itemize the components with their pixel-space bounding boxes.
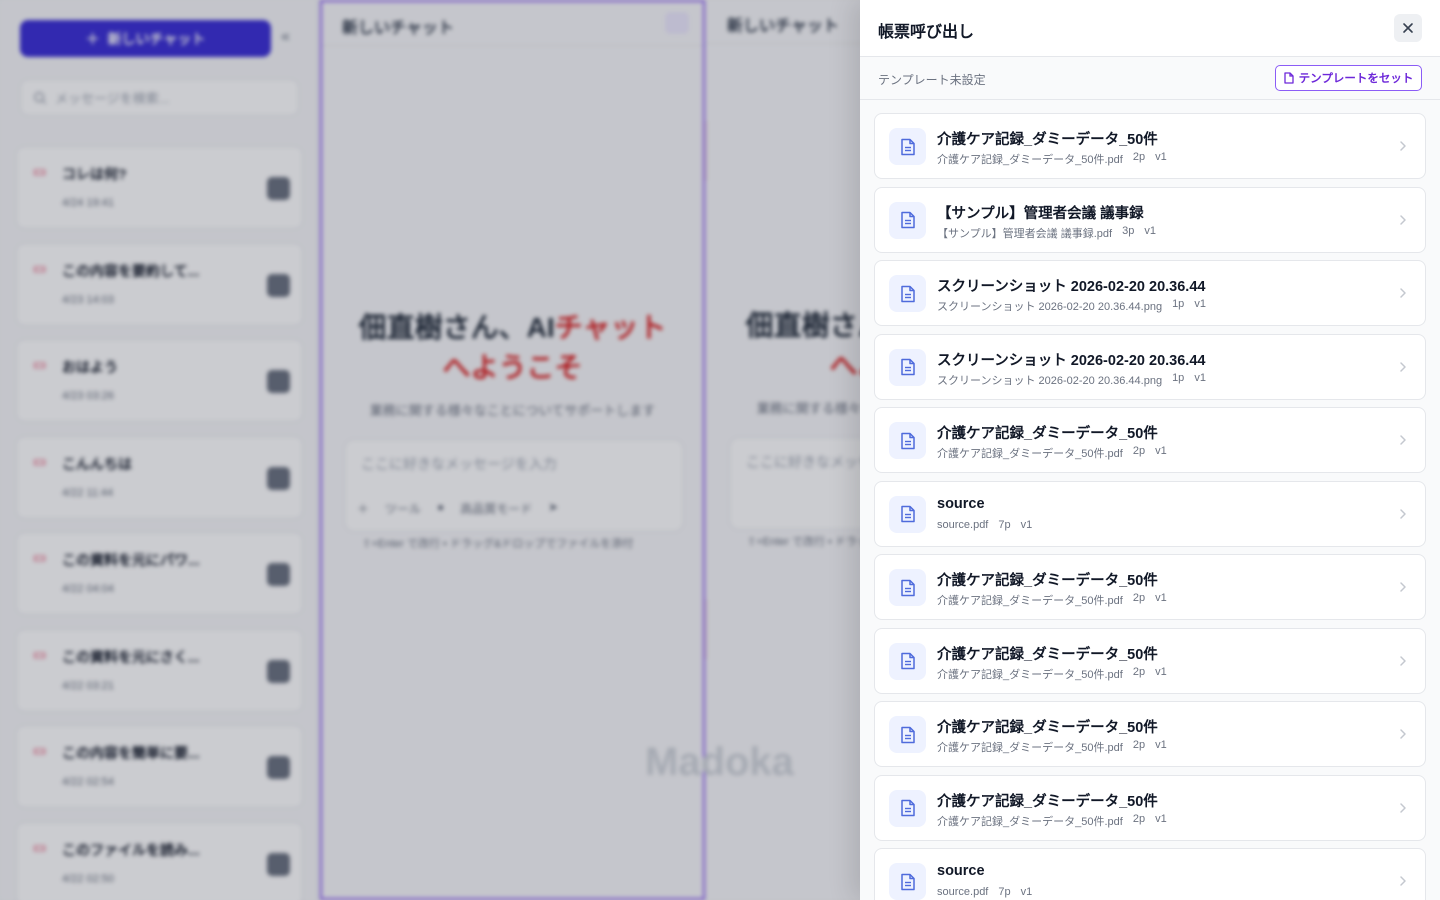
document-version: v1: [1155, 151, 1167, 163]
document-filename: 介護ケア記録_ダミーデータ_50件.pdf: [937, 595, 1123, 607]
document-meta: 介護ケア記録_ダミーデータ_50件.pdf 2p v1: [937, 151, 1167, 167]
document-title: 介護ケア記録_ダミーデータ_50件: [937, 720, 1158, 736]
form-call-panel: 帳票呼び出し テンプレート未設定 テンプレートをセット 介護ケア記録_ダミーデー…: [860, 0, 1440, 900]
document-version: v1: [1194, 298, 1206, 310]
document-card[interactable]: スクリーンショット 2026-02-20 20.36.44 スクリーンショット 2…: [874, 260, 1426, 326]
document-title: スクリーンショット 2026-02-20 20.36.44: [937, 352, 1206, 369]
document-version: v1: [1155, 445, 1167, 457]
document-title: source: [937, 495, 985, 512]
document-version: v1: [1194, 371, 1206, 384]
document-card[interactable]: 介護ケア記録_ダミーデータ_50件介護ケア記録_ダミーデータ_50件.pdf 2p…: [874, 407, 1426, 473]
document-filename: 介護ケア記録_ダミーデータ_50件.pdf: [937, 742, 1123, 754]
document-title: 介護ケア記録_ダミーデータ_50件: [937, 793, 1158, 810]
document-meta: 介護ケア記録_ダミーデータ_50件.pdf 2p v1: [937, 739, 1167, 755]
chevron-right-icon: [1399, 727, 1407, 745]
chevron-right-icon: [1399, 286, 1407, 304]
chevron-right-icon: [1399, 213, 1407, 231]
document-card[interactable]: source source.pdf 7p v1: [874, 480, 1426, 547]
document-title: 介護ケア記録_ダミーデータ_50件: [937, 132, 1158, 148]
document-meta: source.pdf 7p v1: [937, 519, 1032, 531]
chevron-right-icon: [1399, 360, 1407, 378]
document-title: スクリーンショット 2026-02-20 20.36.44: [937, 279, 1206, 295]
chevron-right-icon: [1399, 654, 1407, 672]
document-card[interactable]: スクリーンショット 2026-02-20 20.36.44 スクリーンショット 2…: [874, 333, 1426, 400]
document-filename: 【サンプル】管理者会議 議事録.pdf: [937, 227, 1113, 240]
document-version: v1: [1155, 592, 1167, 604]
chevron-right-icon: [1399, 139, 1407, 157]
document-pages: 1p: [1172, 298, 1185, 310]
chevron-right-icon: [1399, 874, 1407, 892]
document-filename: 介護ケア記録_ダミーデータ_50件.pdf: [937, 448, 1123, 460]
document-meta: source.pdf 7p v1: [937, 886, 1032, 898]
document-meta: スクリーンショット 2026-02-20 20.36.44.png 1p v1: [937, 372, 1206, 388]
close-icon: [1403, 23, 1413, 33]
panel-title: 帳票呼び出し: [878, 24, 975, 41]
template-status: テンプレート未設定: [878, 73, 986, 87]
set-template-button[interactable]: テンプレートをセット: [1275, 65, 1422, 91]
document-meta: 介護ケア記録_ダミーデータ_50件.pdf 2p v1: [937, 666, 1167, 682]
document-version: v1: [1155, 665, 1167, 678]
document-card[interactable]: source source.pdf 7p v1: [874, 848, 1426, 900]
document-icon: [889, 716, 926, 753]
document-card[interactable]: 【サンプル】管理者会議 議事録【サンプル】管理者会議 議事録.pdf 3p v1: [874, 186, 1426, 253]
document-card[interactable]: 介護ケア記録_ダミーデータ_50件介護ケア記録_ダミーデータ_50件.pdf 2p…: [874, 701, 1426, 767]
document-filename: スクリーンショット 2026-02-20 20.36.44.png: [937, 374, 1163, 387]
document-filename: 介護ケア記録_ダミーデータ_50件.pdf: [937, 815, 1123, 828]
document-pages: 2p: [1132, 812, 1146, 825]
document-title: 介護ケア記録_ダミーデータ_50件: [937, 646, 1158, 663]
document-version: v1: [1020, 518, 1033, 531]
close-button[interactable]: [1394, 14, 1422, 42]
document-icon: [889, 201, 926, 239]
document-icon: [889, 128, 926, 165]
document-pages: 2p: [1132, 665, 1146, 678]
document-card[interactable]: 介護ケア記録_ダミーデータ_50件介護ケア記録_ダミーデータ_50件.pdf 2p…: [874, 554, 1426, 620]
document-list: 介護ケア記録_ダミーデータ_50件 介護ケア記録_ダミーデータ_50件.pdf 2p…: [874, 113, 1426, 900]
set-template-label: テンプレートをセット: [1298, 73, 1414, 85]
chevron-right-icon: [1399, 507, 1407, 525]
template-bar: テンプレート未設定 テンプレートをセット: [860, 57, 1440, 100]
document-icon: [889, 863, 926, 900]
document-card[interactable]: 介護ケア記録_ダミーデータ_50件介護ケア記録_ダミーデータ_50件.pdf 2p…: [874, 774, 1426, 841]
document-icon: [889, 348, 926, 386]
chevron-right-icon: [1399, 433, 1407, 451]
document-icon: [889, 422, 926, 459]
document-version: v1: [1020, 886, 1033, 898]
document-meta: 介護ケア記録_ダミーデータ_50件.pdf 2p v1: [937, 445, 1167, 461]
document-card[interactable]: 介護ケア記録_ダミーデータ_50件介護ケア記録_ダミーデータ_50件.pdf 2p…: [874, 113, 1426, 179]
file-icon: [1284, 72, 1294, 84]
document-filename: 介護ケア記録_ダミーデータ_50件.pdf: [937, 154, 1123, 166]
document-pages: 2p: [1132, 739, 1146, 751]
document-pages: 2p: [1132, 151, 1146, 163]
document-pages: 2p: [1132, 592, 1146, 604]
document-pages: 2p: [1132, 445, 1146, 457]
document-title: 【サンプル】管理者会議 議事録: [937, 205, 1144, 222]
document-title: source: [937, 863, 985, 879]
document-version: v1: [1144, 224, 1156, 237]
document-pages: 1p: [1172, 371, 1185, 384]
document-version: v1: [1155, 812, 1167, 825]
document-meta: 介護ケア記録_ダミーデータ_50件.pdf 2p v1: [937, 592, 1167, 608]
document-version: v1: [1155, 739, 1167, 751]
document-filename: source.pdf: [937, 518, 989, 531]
document-filename: スクリーンショット 2026-02-20 20.36.44.png: [937, 301, 1163, 313]
document-icon: [889, 569, 926, 606]
document-meta: スクリーンショット 2026-02-20 20.36.44.png 1p v1: [937, 298, 1206, 314]
document-icon: [889, 275, 926, 312]
panel-header: 帳票呼び出し: [860, 0, 1440, 57]
document-card[interactable]: 介護ケア記録_ダミーデータ_50件介護ケア記録_ダミーデータ_50件.pdf 2p…: [874, 627, 1426, 694]
document-filename: 介護ケア記録_ダミーデータ_50件.pdf: [937, 668, 1123, 681]
document-icon: [889, 495, 926, 533]
document-filename: source.pdf: [937, 886, 989, 898]
document-title: 介護ケア記録_ダミーデータ_50件: [937, 573, 1158, 589]
document-pages: 7p: [998, 518, 1011, 531]
document-title: 介護ケア記録_ダミーデータ_50件: [937, 426, 1158, 442]
document-icon: [889, 642, 926, 680]
chevron-right-icon: [1399, 580, 1407, 598]
document-meta: 介護ケア記録_ダミーデータ_50件.pdf 2p v1: [937, 813, 1167, 829]
document-meta: 【サンプル】管理者会議 議事録.pdf 3p v1: [937, 225, 1156, 241]
document-pages: 7p: [998, 886, 1011, 898]
document-icon: [889, 789, 926, 827]
chevron-right-icon: [1399, 801, 1407, 819]
document-pages: 3p: [1122, 224, 1135, 237]
